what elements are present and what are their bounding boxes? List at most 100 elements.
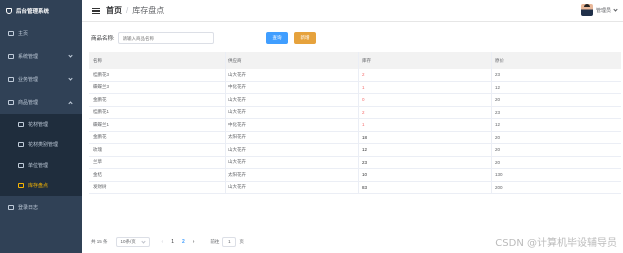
cell-name: 蝶蝶兰3 bbox=[89, 81, 226, 93]
cell-stock: 2 bbox=[359, 69, 492, 81]
page-1-button[interactable]: 1 bbox=[171, 239, 174, 245]
cell-stock: 12 bbox=[359, 144, 492, 156]
cell-supplier: 中化花卉 bbox=[226, 119, 359, 131]
goods-submenu: 花材管理 花材类别管理 单位管理 库存盘点 bbox=[0, 114, 82, 196]
search-input[interactable] bbox=[117, 32, 214, 44]
home-icon bbox=[8, 31, 14, 36]
page-2-button[interactable]: 2 bbox=[182, 239, 185, 245]
table-row[interactable]: 桂鹏花1 山大花卉 2 23 bbox=[89, 106, 621, 119]
cell-supplier: 太阳花卉 bbox=[226, 169, 359, 181]
user-name: 管理员 bbox=[595, 7, 611, 14]
sidebar-subitem-inventory[interactable]: 库存盘点 bbox=[0, 176, 82, 197]
cell-supplier: 山大花卉 bbox=[226, 181, 359, 193]
cell-price: 12 bbox=[495, 122, 501, 128]
table-row[interactable]: 桂鹏花3 山大花卉 2 23 bbox=[89, 69, 621, 82]
cart-icon bbox=[8, 100, 14, 105]
table-header: 名称 供应商 库存 原价 bbox=[89, 52, 621, 69]
total-count: 共 15 条 bbox=[91, 239, 108, 244]
add-button[interactable]: 新增 bbox=[294, 32, 316, 44]
sidebar: 后台管理系统 主页 系统管理 业务管理 商品管理 花材管理 花材类别管理 单位管… bbox=[0, 0, 82, 253]
cell-price: 200 bbox=[495, 184, 503, 190]
sidebar-item-label: 主页 bbox=[18, 31, 29, 37]
briefcase-icon bbox=[8, 77, 14, 82]
sidebar-subitem-categories[interactable]: 花材类别管理 bbox=[0, 135, 82, 156]
cell-price: 20 bbox=[495, 159, 501, 165]
table-row[interactable]: 发财树 山大花卉 83 200 bbox=[89, 181, 621, 194]
cell-price: 20 bbox=[495, 97, 501, 103]
table-row[interactable]: 金鹏花 山大花卉 0 20 bbox=[89, 94, 621, 107]
breadcrumb-current: 库存盘点 bbox=[132, 6, 165, 15]
table-row[interactable]: 玫瑰 山大花卉 12 20 bbox=[89, 144, 621, 157]
sidebar-item-label: 系统管理 bbox=[18, 54, 39, 60]
chevron-down-icon bbox=[68, 53, 73, 58]
cell-supplier: 山大花卉 bbox=[226, 69, 359, 81]
cell-supplier: 太阳花卉 bbox=[226, 131, 359, 143]
log-icon bbox=[8, 205, 14, 210]
table-body: 桂鹏花3 山大花卉 2 23 蝶蝶兰3 中化花卉 1 12 金鹏花 山大花卉 0 20 桂鹏花1 山大花卉… bbox=[89, 69, 621, 194]
cell-price: 20 bbox=[495, 134, 501, 140]
cell-supplier: 山大花卉 bbox=[226, 144, 359, 156]
pagination: 共 15 条 10条/页 ‹ 1 2 › 前往 1 页 bbox=[91, 237, 244, 247]
inventory-icon bbox=[18, 183, 24, 189]
cell-name: 金桔 bbox=[89, 169, 226, 181]
cell-stock: 0 bbox=[359, 94, 492, 106]
unit-icon bbox=[18, 162, 24, 168]
inventory-table: 名称 供应商 库存 原价 桂鹏花3 山大花卉 2 23 蝶蝶兰3 中化花卉 1 12 金鹏花 山大… bbox=[89, 52, 621, 194]
sidebar-subitem-flowers[interactable]: 花材管理 bbox=[0, 114, 82, 135]
sidebar-item-system[interactable]: 系统管理 bbox=[0, 45, 82, 68]
cell-price: 23 bbox=[495, 109, 501, 115]
goto-page-input[interactable]: 1 bbox=[222, 237, 237, 247]
sidebar-item-home[interactable]: 主页 bbox=[0, 22, 82, 45]
watermark: CSDN @计算机毕设辅导员 bbox=[495, 238, 617, 249]
goto-label: 前往 bbox=[210, 239, 220, 244]
cell-name: 桂鹏花3 bbox=[89, 69, 226, 81]
hamburger-icon[interactable] bbox=[92, 7, 100, 14]
sidebar-item-label: 业务管理 bbox=[18, 77, 39, 83]
cell-price: 130 bbox=[495, 172, 503, 178]
col-supplier-header: 供应商 bbox=[226, 52, 359, 69]
sidebar-item-label: 花材类别管理 bbox=[28, 142, 59, 149]
header: 首页 / 库存盘点 管理员 bbox=[82, 0, 623, 22]
cell-supplier: 山大花卉 bbox=[226, 156, 359, 168]
query-button[interactable]: 查询 bbox=[266, 32, 288, 44]
table-row[interactable]: 兰草 山大花卉 23 20 bbox=[89, 156, 621, 169]
table-row[interactable]: 金桔 太阳花卉 10 130 bbox=[89, 169, 621, 182]
cell-name: 金鹏花 bbox=[89, 131, 226, 143]
sidebar-item-login-log[interactable]: 登录日志 bbox=[0, 196, 82, 219]
table-row[interactable]: 蝶蝶兰1 中化花卉 1 12 bbox=[89, 119, 621, 132]
page-size-select[interactable]: 10条/页 bbox=[115, 237, 150, 247]
flower-icon bbox=[18, 121, 24, 127]
sidebar-item-label: 登录日志 bbox=[18, 205, 39, 211]
breadcrumb-home[interactable]: 首页 bbox=[106, 5, 122, 16]
user-menu[interactable]: 管理员 bbox=[580, 4, 618, 16]
gear-icon bbox=[8, 54, 14, 59]
cell-stock: 1 bbox=[359, 119, 492, 131]
cell-name: 金鹏花 bbox=[89, 94, 226, 106]
cell-supplier: 山大花卉 bbox=[226, 106, 359, 118]
sidebar-item-label: 花材管理 bbox=[28, 121, 49, 128]
cell-price: 23 bbox=[495, 72, 501, 78]
cell-stock: 23 bbox=[359, 156, 492, 168]
cell-name: 发财树 bbox=[89, 181, 226, 193]
cell-stock: 10 bbox=[359, 169, 492, 181]
sidebar-item-label: 单位管理 bbox=[28, 162, 49, 169]
brand-title: 后台管理系统 bbox=[16, 9, 50, 15]
cell-name: 玫瑰 bbox=[89, 144, 226, 156]
cell-price: 20 bbox=[495, 147, 501, 153]
sidebar-item-goods[interactable]: 商品管理 bbox=[0, 91, 82, 114]
sidebar-item-business[interactable]: 业务管理 bbox=[0, 68, 82, 91]
cell-stock: 2 bbox=[359, 106, 492, 118]
cell-name: 桂鹏花1 bbox=[89, 106, 226, 118]
chevron-down-icon bbox=[613, 6, 618, 12]
next-page-button[interactable]: › bbox=[193, 239, 195, 245]
table-row[interactable]: 蝶蝶兰3 中化花卉 1 12 bbox=[89, 81, 621, 94]
sidebar-subitem-units[interactable]: 单位管理 bbox=[0, 155, 82, 176]
chevron-up-icon bbox=[68, 101, 73, 106]
table-row[interactable]: 金鹏花 太阳花卉 18 20 bbox=[89, 131, 621, 144]
shield-logo-icon bbox=[6, 8, 12, 14]
cell-stock: 83 bbox=[359, 181, 492, 193]
cell-price: 12 bbox=[495, 84, 501, 90]
search-label: 商品名称: bbox=[91, 36, 115, 42]
cell-stock: 1 bbox=[359, 81, 492, 93]
prev-page-button[interactable]: ‹ bbox=[162, 239, 164, 245]
